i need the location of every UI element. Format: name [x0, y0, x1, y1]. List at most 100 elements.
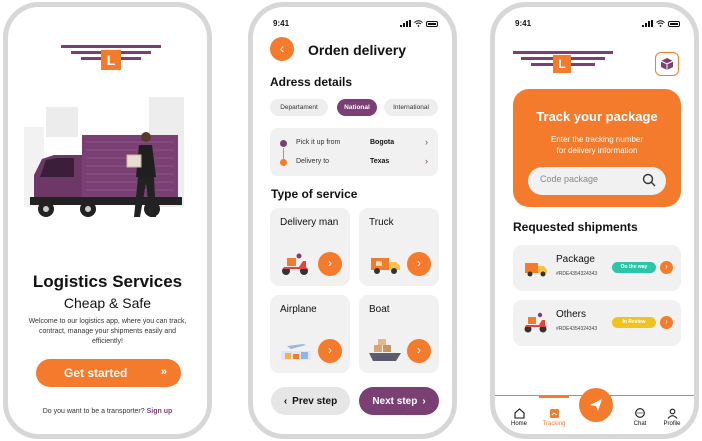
signal-icon	[400, 20, 411, 27]
active-tab-indicator	[539, 396, 569, 398]
send-button[interactable]	[579, 388, 613, 422]
get-started-button[interactable]: Get started »	[36, 359, 181, 387]
brand-logo: L	[61, 45, 161, 75]
shipment-name: Others	[556, 309, 587, 320]
battery-icon	[426, 20, 438, 27]
chevron-right-icon: ›	[417, 343, 421, 357]
transporter-prompt: Do you want to be a transporter? Sign up	[8, 408, 207, 415]
get-started-label: Get started	[64, 366, 128, 380]
tab-national[interactable]: National	[337, 99, 377, 116]
brand-logo: L	[513, 51, 613, 77]
status-bar: 9:41	[495, 19, 694, 31]
onboarding-title: Logistics Services	[32, 272, 183, 291]
chevron-right-icon: ›	[328, 343, 332, 357]
nav-profile[interactable]: Profile	[657, 408, 687, 427]
route-card: Pick it up from Bogota › Delivery to Tex…	[270, 128, 438, 176]
profile-icon	[667, 408, 677, 419]
shipment-go-button[interactable]: ›	[660, 261, 673, 274]
delivery-dot	[280, 159, 287, 166]
status-badge: In Review	[612, 317, 656, 328]
pickup-label: Pick it up from	[296, 139, 341, 146]
prev-step-label: Prev step	[292, 395, 338, 407]
pickup-row[interactable]: Pick it up from Bogota ›	[278, 137, 430, 151]
truck-icon	[371, 258, 400, 274]
chat-icon	[635, 408, 645, 418]
chevron-right-icon: ›	[425, 137, 428, 147]
status-badge: On the way	[612, 262, 656, 273]
next-step-label: Next step	[372, 395, 418, 407]
track-package-card: Track your package Enter the tracking nu…	[513, 89, 681, 207]
box-icon-button[interactable]	[655, 52, 679, 76]
scooter-icon	[524, 312, 547, 333]
shipment-code: #RDE4354324343	[556, 326, 598, 332]
service-go-button[interactable]: ›	[407, 252, 431, 276]
track-subtitle-line-1: Enter the tracking number	[550, 135, 644, 144]
transporter-question: Do you want to be a transporter?	[42, 408, 145, 415]
onboarding-screen: L Logistics Services Cheap & Safe Welcom…	[3, 2, 212, 439]
chevron-right-icon: ›	[665, 317, 668, 326]
nav-chat[interactable]: Chat	[625, 408, 655, 427]
delivery-value: Texas	[370, 158, 390, 165]
nav-profile-label: Profile	[663, 421, 681, 427]
service-card-delivery-man[interactable]: Delivery man ›	[270, 208, 350, 286]
service-heading: Type of service	[271, 187, 358, 201]
nav-tracking[interactable]: Tracking	[539, 408, 569, 427]
nav-chat-label: Chat	[633, 421, 647, 427]
signal-icon	[642, 20, 653, 27]
pickup-value: Bogota	[370, 139, 395, 146]
service-go-button[interactable]: ›	[318, 339, 342, 363]
shipments-heading: Requested shipments	[513, 220, 638, 234]
delivery-label: Delivery to	[296, 158, 330, 165]
track-title: Track your package	[536, 109, 658, 124]
chevron-right-icon: ›	[417, 256, 421, 270]
onboarding-subtitle: Cheap & Safe	[63, 295, 152, 311]
service-go-button[interactable]: ›	[407, 339, 431, 363]
tab-international[interactable]: International	[384, 99, 438, 116]
service-card-airplane[interactable]: Airplane ›	[270, 295, 350, 373]
double-chevron-right-icon: »	[160, 366, 167, 378]
wifi-icon	[414, 20, 423, 27]
status-time: 9:41	[515, 19, 532, 28]
service-go-button[interactable]: ›	[318, 252, 342, 276]
chevron-right-icon: ›	[422, 395, 426, 407]
nav-home[interactable]: Home	[504, 408, 534, 427]
status-bar: 9:41	[253, 19, 452, 31]
track-subtitle: Enter the tracking number for delivery i…	[513, 134, 681, 156]
shipment-row[interactable]: Others #RDE4354324343 In Review ›	[513, 300, 681, 346]
order-delivery-screen: 9:41 ‹ Orden delivery Adress details Dep…	[248, 2, 457, 439]
nav-tracking-label: Tracking	[542, 421, 566, 427]
pickup-dot	[280, 140, 287, 147]
service-card-boat[interactable]: Boat ›	[359, 295, 439, 373]
service-label: Truck	[369, 217, 394, 228]
delivery-row[interactable]: Delivery to Texas ›	[278, 156, 430, 170]
send-icon	[590, 399, 602, 411]
wifi-icon	[656, 20, 665, 27]
airplane-icon	[281, 344, 311, 360]
home-icon	[513, 408, 525, 419]
scooter-icon	[282, 253, 308, 275]
service-card-truck[interactable]: Truck ›	[359, 208, 439, 286]
delivery-truck-illustration	[24, 97, 184, 217]
search-field[interactable]	[528, 167, 666, 195]
shipment-row[interactable]: Package #RDE4354324343 On the way ›	[513, 245, 681, 291]
search-icon[interactable]	[642, 173, 656, 187]
prev-step-button[interactable]: ‹ Prev step	[271, 387, 350, 415]
service-label: Airplane	[280, 304, 317, 315]
status-time: 9:41	[273, 19, 290, 28]
service-label: Boat	[369, 304, 390, 315]
code-package-input[interactable]	[540, 174, 640, 184]
tracking-screen: 9:41 L Track your package Enter the trac…	[490, 2, 699, 439]
box-icon	[660, 58, 674, 70]
onboarding-description: Welcome to our logistics app, where you …	[28, 318, 187, 345]
back-button[interactable]: ‹	[270, 37, 294, 61]
tab-departament[interactable]: Departament	[270, 99, 328, 116]
sign-up-link[interactable]: Sign up	[147, 408, 173, 415]
address-heading: Adress details	[270, 75, 353, 89]
chevron-right-icon: ›	[328, 256, 332, 270]
chevron-right-icon: ›	[665, 262, 668, 271]
truck-icon	[525, 263, 547, 277]
chevron-left-icon: ‹	[283, 395, 288, 407]
next-step-button[interactable]: Next step ›	[359, 387, 439, 415]
shipment-go-button[interactable]: ›	[660, 316, 673, 329]
page-title: Orden delivery	[308, 42, 407, 58]
